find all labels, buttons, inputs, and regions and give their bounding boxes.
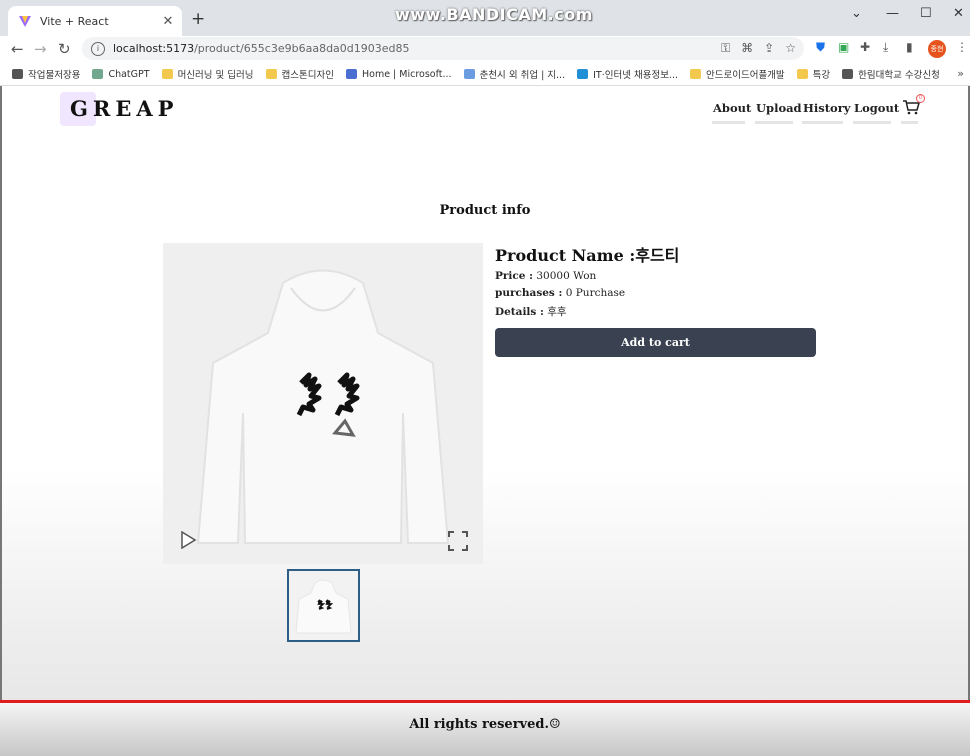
translate-icon[interactable]: ⌘ (741, 41, 753, 56)
nav-underline (853, 121, 891, 124)
bookmark-item[interactable]: 머신러닝 및 딥러닝 (161, 67, 254, 81)
bookmark-icon (12, 69, 23, 79)
purchases-label: purchases : (495, 287, 563, 299)
side-panel-icon[interactable]: ▮ (906, 40, 913, 54)
profile-avatar[interactable]: 종현 (928, 40, 946, 58)
download-icon[interactable]: ⤓ (883, 40, 888, 55)
bookmark-icon (345, 69, 357, 79)
bookmark-item[interactable]: 한림대학교 수강신청 (842, 67, 940, 81)
price-label: Price : (495, 270, 534, 282)
globe-icon (842, 69, 854, 79)
details-label: Details : (495, 306, 544, 318)
bookmark-item[interactable]: Home | Microsoft... (345, 69, 452, 80)
product-name: Product Name :후드티 (495, 242, 679, 266)
play-icon[interactable] (179, 531, 197, 549)
product-name-label: Product Name : (495, 246, 636, 265)
bookmark-icon (577, 69, 589, 79)
details-value: 후후 (547, 306, 567, 318)
bookmark-star-icon[interactable]: ☆ (785, 41, 796, 56)
minimize-icon[interactable]: — (886, 6, 899, 21)
close-tab-icon[interactable]: ✕ (160, 14, 176, 29)
url-host: localhost:5173 (113, 42, 195, 55)
nav-logout[interactable]: Logout (854, 101, 899, 115)
key-icon[interactable]: ⚿ (721, 41, 730, 56)
price-value: 30000 Won (536, 270, 597, 282)
share-icon[interactable]: ⇪ (764, 41, 774, 56)
more-bookmarks-icon[interactable]: » (957, 67, 964, 80)
page-title: Product info (439, 203, 531, 218)
maximize-icon[interactable]: ☐ (920, 6, 932, 21)
folder-icon (265, 69, 277, 79)
browser-tab[interactable]: Vite + React ✕ (8, 6, 182, 36)
nav-about[interactable]: About (713, 101, 751, 115)
product-name-value: 후드티 (635, 246, 680, 265)
product-thumbnail[interactable] (287, 569, 360, 642)
bookmark-item[interactable]: 안드로이드어플개발 (690, 67, 785, 81)
bookmark-item[interactable]: IT·인터넷 채용정보... (577, 67, 678, 81)
recording-watermark: www.BANDICAM.com (395, 5, 593, 24)
window-close-icon[interactable]: ✕ (953, 6, 964, 21)
fullscreen-icon[interactable] (448, 531, 468, 551)
page-content: GREAP About Upload History Logout 0 Prod… (2, 86, 968, 701)
product-image-gallery[interactable] (163, 243, 483, 564)
folder-icon (796, 69, 808, 79)
bookmark-item[interactable]: 작업물저장용 (12, 67, 80, 81)
bookmark-icon (463, 69, 475, 79)
site-info-icon[interactable]: i (91, 41, 105, 56)
bookmark-item[interactable]: 캡스톤디자인 (265, 67, 334, 81)
folder-icon (690, 69, 701, 79)
tab-search-icon[interactable]: ⌄ (851, 6, 862, 21)
bookmark-icon (92, 69, 104, 79)
product-purchases: purchases : 0 Purchase (495, 287, 625, 299)
nav-upload[interactable]: Upload (756, 101, 802, 115)
footer-text: All rights reserved.☺ (409, 717, 561, 732)
vite-icon (19, 16, 31, 27)
folder-icon (161, 69, 173, 79)
bookmark-item[interactable]: 특강 (796, 67, 830, 81)
nav-underline (802, 121, 843, 124)
product-details: Details : 후후 (495, 304, 567, 319)
bookmarks-bar: 작업물저장용 ChatGPT 머신러닝 및 딥러닝 캡스톤디자인 Home | … (0, 63, 970, 86)
bookmark-item[interactable]: 춘천시 외 취업 | 지... (463, 67, 565, 81)
address-bar[interactable]: i localhost:5173/product/655c3e9b6aa8da0… (82, 37, 804, 60)
tab-title: Vite + React (40, 14, 109, 28)
shield-extension-icon[interactable]: ⛊ (816, 40, 825, 55)
bookmark-item[interactable]: ChatGPT (92, 69, 150, 80)
reload-icon[interactable]: ↻ (58, 40, 71, 58)
extension-icon[interactable]: ▣ (838, 40, 849, 54)
nav-underline (755, 121, 793, 124)
new-tab-icon[interactable]: + (191, 9, 205, 29)
hoodie-image (196, 269, 450, 544)
nav-history[interactable]: History (803, 101, 850, 115)
nav-underline (712, 121, 745, 124)
hoodie-thumbnail-image (295, 579, 352, 634)
browser-tab-strip: Vite + React ✕ + www.BANDICAM.com ⌄ — ☐ … (0, 0, 970, 36)
product-price: Price : 30000 Won (495, 270, 596, 282)
back-icon[interactable]: ← (11, 40, 24, 58)
page-footer: All rights reserved.☺ (0, 700, 970, 756)
purchases-value: 0 Purchase (565, 287, 626, 299)
url-path: /product/655c3e9b6aa8da0d1903ed85 (194, 42, 410, 55)
puzzle-icon[interactable]: ✚ (860, 40, 870, 54)
cart-count-badge: 0 (916, 94, 925, 103)
nav-underline (901, 121, 918, 124)
add-to-cart-button[interactable]: Add to cart (495, 328, 816, 357)
menu-kebab-icon[interactable]: ⋮ (956, 40, 968, 54)
forward-icon[interactable]: → (34, 40, 47, 58)
site-logo[interactable]: GREAP (70, 96, 178, 121)
